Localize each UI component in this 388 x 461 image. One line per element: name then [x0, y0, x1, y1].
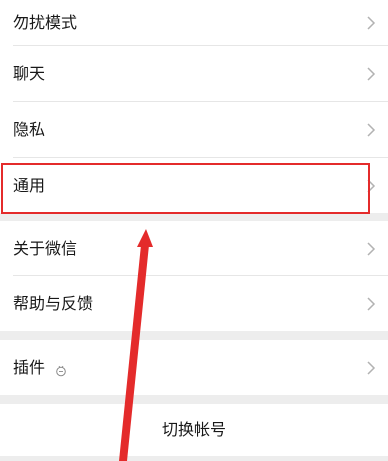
chevron-right-icon [366, 296, 376, 312]
chevron-right-icon [366, 241, 376, 257]
row-label: 插件 [13, 357, 46, 377]
chevron-right-icon [366, 360, 376, 376]
row-label: 帮助与反馈 [13, 293, 94, 313]
row-label: 聊天 [13, 64, 46, 83]
settings-row-do-not-disturb[interactable]: 勿扰模式 [0, 0, 388, 46]
row-label: 关于微信 [13, 238, 78, 258]
settings-row-about-wechat[interactable]: 关于微信 [0, 221, 388, 276]
chevron-right-icon [366, 66, 376, 82]
chevron-right-icon [366, 178, 376, 194]
plugin-icon [55, 362, 67, 376]
chevron-right-icon [366, 122, 376, 138]
settings-row-plugins[interactable]: 插件 [0, 340, 388, 395]
settings-row-help-feedback[interactable]: 帮助与反馈 [0, 276, 388, 331]
settings-row-privacy[interactable]: 隐私 [0, 102, 388, 158]
row-label: 通用 [13, 175, 46, 195]
switch-account-label: 切换帐号 [161, 420, 226, 439]
row-label: 隐私 [13, 120, 46, 139]
settings-row-chat[interactable]: 聊天 [0, 46, 388, 102]
row-label: 勿扰模式 [13, 13, 78, 32]
switch-account-button[interactable]: 切换帐号 [0, 404, 388, 456]
chevron-right-icon [366, 15, 376, 31]
settings-row-general[interactable]: 通用 [0, 158, 388, 213]
